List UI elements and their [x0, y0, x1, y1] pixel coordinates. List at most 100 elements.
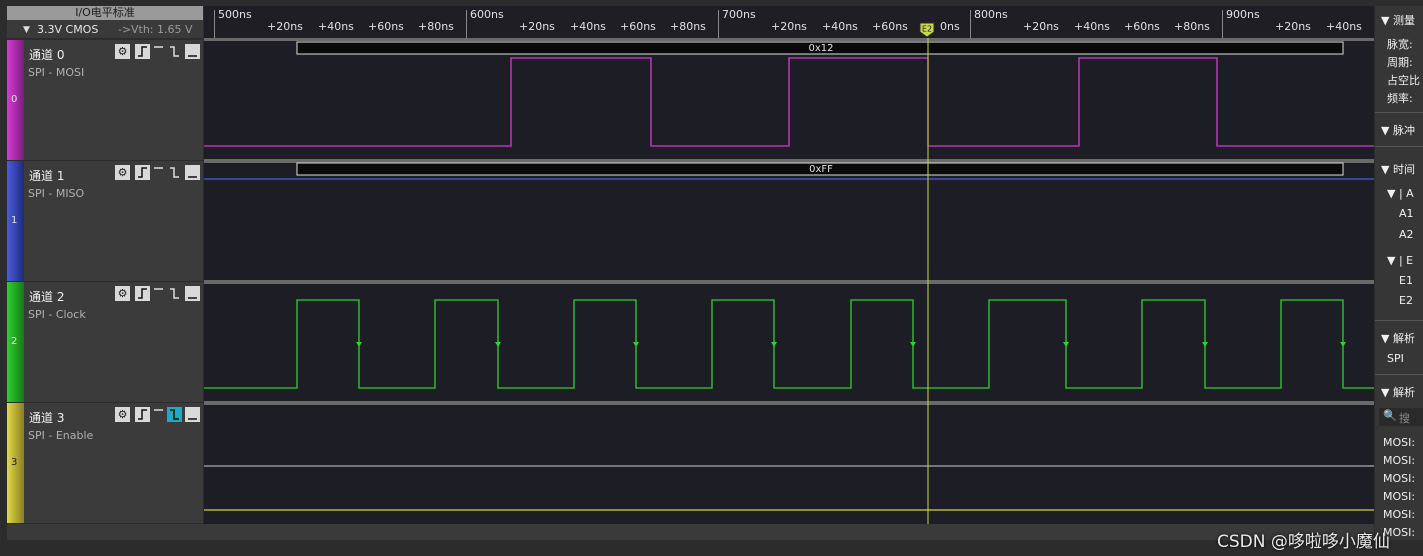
- high-level-icon[interactable]: [151, 165, 166, 180]
- channel-name[interactable]: 通道 2: [29, 288, 64, 305]
- sidebar-divider: [1375, 146, 1423, 147]
- channel-name[interactable]: 通道 0: [29, 46, 64, 63]
- falling-edge-icon[interactable]: [167, 407, 182, 422]
- channel-name[interactable]: 通道 3: [29, 409, 64, 426]
- rising-edge-icon[interactable]: [135, 286, 150, 301]
- ruler-major-label: 600ns: [470, 8, 504, 21]
- cursor-item[interactable]: E2: [1399, 294, 1413, 307]
- waveform-plot[interactable]: 0x12 0xFF: [204, 38, 1374, 524]
- decode-result-row[interactable]: MOSI:: [1383, 508, 1415, 521]
- low-level-icon[interactable]: [185, 44, 200, 59]
- rising-edge-icon[interactable]: [135, 165, 150, 180]
- a-group-header[interactable]: ▼ | A: [1387, 187, 1414, 200]
- low-level-icon[interactable]: [185, 407, 200, 422]
- decoder-item[interactable]: SPI: [1387, 352, 1404, 365]
- decode-result-row[interactable]: MOSI:: [1383, 436, 1415, 449]
- ruler-minor-label: +80ns: [1174, 20, 1210, 33]
- channel-trigger-toolbar: ⚙: [115, 44, 201, 60]
- channel-index: 0: [11, 94, 18, 105]
- channel-2-panel[interactable]: 2 通道 2 SPI - Clock ⚙: [7, 282, 203, 402]
- measure-item: 频率:: [1387, 92, 1413, 105]
- ruler-major-tick: [1222, 10, 1223, 38]
- decode-result-row[interactable]: MOSI:: [1383, 472, 1415, 485]
- channel-index: 3: [11, 457, 18, 468]
- channel-separator: [204, 38, 1374, 41]
- e-group-header[interactable]: ▼ | E: [1387, 254, 1413, 267]
- low-level-icon[interactable]: [185, 286, 200, 301]
- pulse-section-title: 脉冲: [1392, 124, 1415, 137]
- miso-decode-value: 0xFF: [809, 164, 833, 175]
- channel-separator: [204, 159, 1374, 163]
- decode-results-header[interactable]: ▼ 解析: [1381, 384, 1415, 400]
- decoder-section-header[interactable]: ▼ 解析: [1381, 330, 1415, 346]
- cursor-e2-label: E2: [922, 25, 932, 34]
- pulse-section-header[interactable]: ▼ 脉冲: [1381, 122, 1415, 138]
- decode-result-row[interactable]: MOSI:: [1383, 490, 1415, 503]
- channel-trigger-toolbar: ⚙: [115, 407, 201, 423]
- search-icon: 🔍: [1383, 409, 1397, 422]
- ruler-minor-label: +20ns: [519, 20, 555, 33]
- falling-edge-icon[interactable]: [167, 286, 182, 301]
- gear-icon[interactable]: ⚙: [115, 44, 130, 59]
- measure-section-header[interactable]: ▼ 测量: [1381, 12, 1415, 28]
- decoder-section-title: 解析: [1392, 332, 1415, 345]
- ruler-minor-label: +40ns: [1326, 20, 1362, 33]
- io-standard-selector[interactable]: ▼ 3.3V CMOS -> Vth: 1.65 V: [7, 22, 203, 38]
- dropdown-arrow-icon[interactable]: ▼: [23, 22, 30, 38]
- low-level-icon[interactable]: [185, 165, 200, 180]
- time-section-title: 时间: [1392, 163, 1415, 176]
- watermark-text: CSDN @哆啦哆小魔仙: [1217, 532, 1390, 552]
- sidebar-divider: [1375, 112, 1423, 113]
- cursor-item[interactable]: A1: [1399, 207, 1414, 220]
- gear-icon[interactable]: ⚙: [115, 165, 130, 180]
- ruler-major-label: 500ns: [218, 8, 252, 21]
- ruler-minor-label: +20ns: [1275, 20, 1311, 33]
- waveform-canvas: 0x12 0xFF: [204, 38, 1374, 524]
- falling-edge-icon[interactable]: [167, 165, 182, 180]
- ruler-minor-label: +80ns: [418, 20, 454, 33]
- falling-edge-icon[interactable]: [167, 44, 182, 59]
- measure-item: 周期:: [1387, 56, 1413, 69]
- ruler-cursor-tail-label: 0ns: [940, 20, 960, 33]
- time-section-header[interactable]: ▼ 时间: [1381, 161, 1415, 177]
- gear-icon[interactable]: ⚙: [115, 286, 130, 301]
- ruler-minor-label: +60ns: [368, 20, 404, 33]
- measure-item: 占空比: [1387, 74, 1420, 87]
- ruler-major-tick: [718, 10, 719, 38]
- ruler-minor-label: +40ns: [822, 20, 858, 33]
- channel-name[interactable]: 通道 1: [29, 167, 64, 184]
- cursor-e2-marker[interactable]: E2: [919, 22, 937, 38]
- a-group-title: A: [1406, 187, 1414, 200]
- e-group-title: E: [1406, 254, 1414, 267]
- channel-trigger-toolbar: ⚙: [115, 286, 201, 302]
- cursor-item[interactable]: E1: [1399, 274, 1413, 287]
- ruler-minor-label: +40ns: [318, 20, 354, 33]
- rising-edge-icon[interactable]: [135, 407, 150, 422]
- search-input[interactable]: 🔍 搜: [1379, 408, 1423, 426]
- horizontal-scrollbar[interactable]: [7, 524, 1374, 540]
- measure-item: 脉宽:: [1387, 38, 1413, 51]
- high-level-icon[interactable]: [151, 44, 166, 59]
- measure-section-title: 测量: [1392, 14, 1415, 27]
- gear-icon[interactable]: ⚙: [115, 407, 130, 422]
- search-placeholder: 搜: [1399, 412, 1410, 425]
- cursor-item[interactable]: A2: [1399, 228, 1414, 241]
- channel-1-panel[interactable]: 1 通道 1 SPI - MISO ⚙: [7, 161, 203, 281]
- io-standard-title: I/O电平标准: [7, 6, 203, 20]
- channel-separator: [204, 280, 1374, 284]
- sidebar-divider: [1375, 374, 1423, 375]
- io-standard-header[interactable]: I/O电平标准 ▼ 3.3V CMOS -> Vth: 1.65 V: [7, 6, 203, 38]
- decode-result-row[interactable]: MOSI:: [1383, 454, 1415, 467]
- channel-0-panel[interactable]: 0 通道 0 SPI - MOSI ⚙: [7, 40, 203, 160]
- sidebar-divider: [1375, 320, 1423, 321]
- ruler-minor-label: +40ns: [570, 20, 606, 33]
- rising-edge-icon[interactable]: [135, 44, 150, 59]
- ruler-major-tick: [214, 10, 215, 38]
- high-level-icon[interactable]: [151, 407, 166, 422]
- ruler-minor-label: +40ns: [1074, 20, 1110, 33]
- mosi-decode-value: 0x12: [808, 43, 833, 54]
- channel-3-panel[interactable]: 3 通道 3 SPI - Enable ⚙: [7, 403, 203, 523]
- high-level-icon[interactable]: [151, 286, 166, 301]
- logic-analyzer-window: I/O电平标准 ▼ 3.3V CMOS -> Vth: 1.65 V 500ns…: [0, 0, 1423, 556]
- time-ruler[interactable]: 500ns 600ns 700ns 800ns 900ns +20ns +40n…: [204, 6, 1374, 38]
